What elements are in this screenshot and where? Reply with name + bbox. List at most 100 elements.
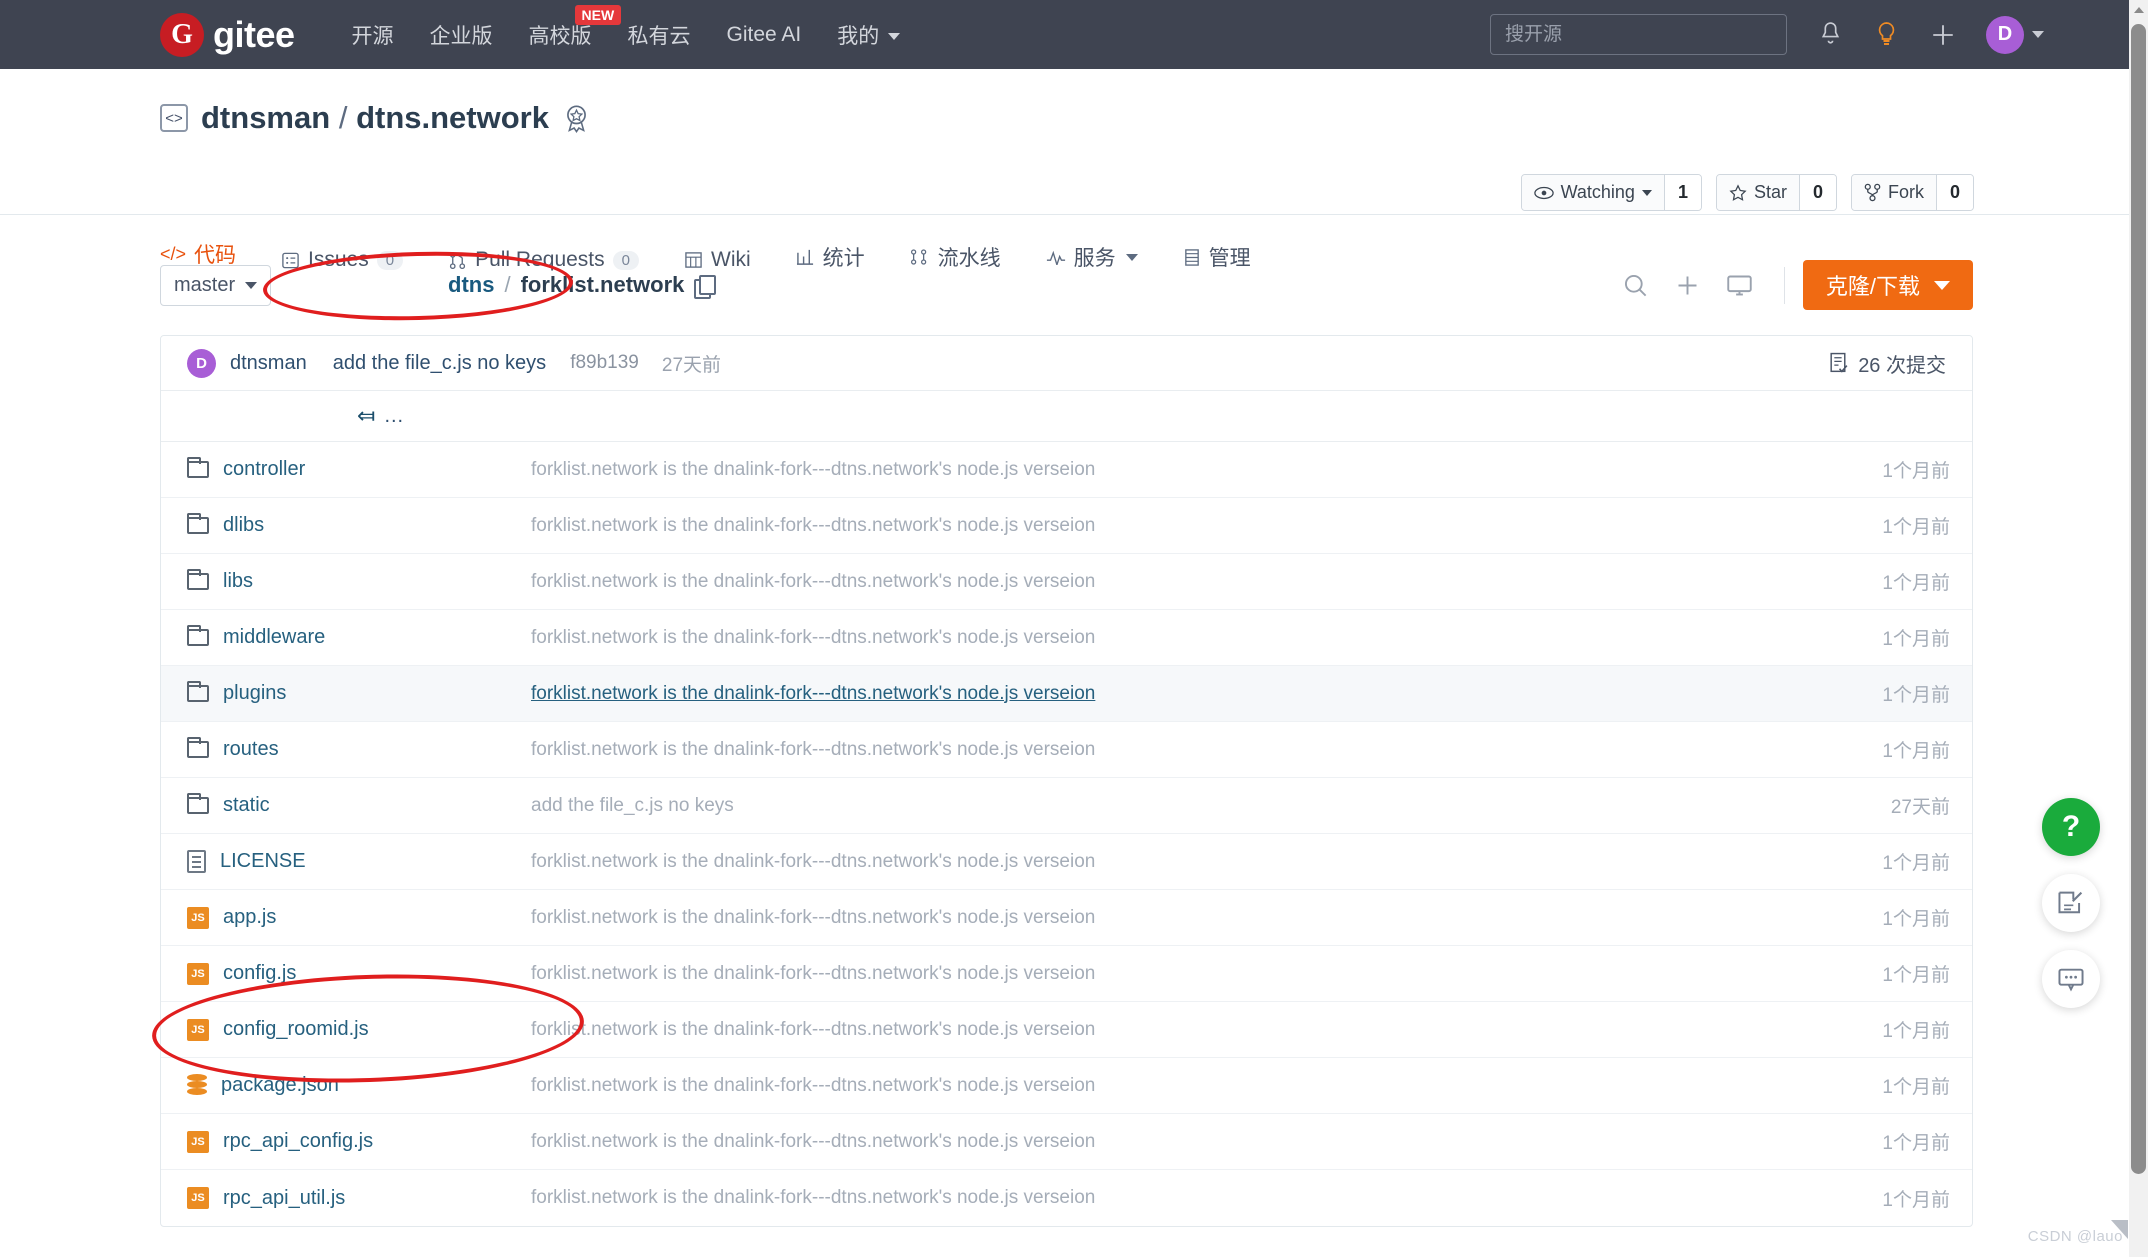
nav-link-opensource[interactable]: 开源 — [352, 20, 394, 50]
table-row[interactable]: dlibs forklist.network is the dnalink-for… — [161, 498, 1972, 554]
table-row[interactable]: JS rpc_api_config.js forklist.network is t… — [161, 1114, 1972, 1170]
table-row[interactable]: controller forklist.network is the dnalin… — [161, 442, 1972, 498]
watch-button-group[interactable]: Watching 1 — [1520, 174, 1702, 211]
document-file-icon — [187, 850, 206, 873]
file-name-cell[interactable]: JS rpc_api_config.js — [161, 1130, 531, 1153]
table-row[interactable]: static add the file_c.js no keys 27天前 — [161, 778, 1972, 834]
file-name-cell[interactable]: controller — [161, 457, 531, 481]
lightbulb-icon[interactable] — [1874, 21, 1899, 49]
file-name-cell[interactable]: JS config.js — [161, 962, 531, 985]
parent-directory-row[interactable]: ⤆ ... — [161, 391, 1972, 442]
file-name-cell[interactable]: routes — [161, 737, 531, 761]
file-name-link[interactable]: package.json — [221, 1074, 339, 1097]
page-scrollbar-thumb[interactable] — [2131, 24, 2146, 1174]
file-commit-message[interactable]: forklist.network is the dnalink-fork---d… — [531, 739, 1802, 761]
file-name-link[interactable]: libs — [223, 570, 253, 593]
file-commit-message[interactable]: forklist.network is the dnalink-fork---d… — [531, 515, 1802, 537]
feedback-button[interactable] — [2042, 874, 2100, 932]
commit-author-avatar[interactable]: D — [187, 348, 216, 378]
plus-icon[interactable] — [1930, 22, 1956, 48]
file-commit-message[interactable]: forklist.network is the dnalink-fork---d… — [531, 627, 1802, 649]
table-row[interactable]: package.json forklist.network is the dnal… — [161, 1058, 1972, 1114]
commit-author-name[interactable]: dtnsman — [230, 352, 307, 375]
file-commit-message[interactable]: forklist.network is the dnalink-fork---d… — [531, 459, 1802, 481]
file-name-cell[interactable]: plugins — [161, 681, 531, 705]
clone-download-button[interactable]: 克隆/下载 — [1802, 260, 1973, 310]
bell-icon[interactable] — [1818, 21, 1843, 48]
folder-icon — [187, 737, 209, 758]
watch-chevron-down-icon[interactable] — [1641, 189, 1652, 196]
nav-link-gitee-ai[interactable]: Gitee AI — [727, 23, 802, 47]
chat-button[interactable] — [2042, 950, 2100, 1008]
table-row[interactable]: middleware forklist.network is the dnalin… — [161, 610, 1972, 666]
table-row[interactable]: JS rpc_api_util.js forklist.network is the… — [161, 1170, 1972, 1226]
file-name-cell[interactable]: LICENSE — [161, 850, 531, 873]
file-name-link[interactable]: dlibs — [223, 514, 264, 537]
commit-count-link[interactable]: 26 次提交 — [1828, 349, 1946, 378]
copy-path-icon[interactable] — [694, 274, 717, 299]
page-scrollbar-track[interactable] — [2129, 0, 2148, 1257]
file-name-cell[interactable]: package.json — [161, 1074, 531, 1097]
file-name-link[interactable]: config_roomid.js — [223, 1018, 369, 1041]
terminal-icon[interactable] — [1714, 260, 1766, 310]
file-commit-message[interactable]: forklist.network is the dnalink-fork---d… — [531, 851, 1802, 873]
file-commit-message[interactable]: forklist.network is the dnalink-fork---d… — [531, 1075, 1802, 1097]
watch-button[interactable]: Watching — [1521, 175, 1665, 210]
file-name-link[interactable]: plugins — [223, 682, 286, 705]
file-name-link[interactable]: routes — [223, 738, 279, 761]
file-updated-time: 27天前 — [1890, 797, 1950, 818]
file-name-link[interactable]: middleware — [223, 626, 325, 649]
file-commit-message[interactable]: add the file_c.js no keys — [531, 795, 1802, 817]
file-name-cell[interactable]: JS rpc_api_util.js — [161, 1187, 531, 1210]
file-commit-message[interactable]: forklist.network is the dnalink-fork---d… — [531, 571, 1802, 593]
file-name-cell[interactable]: JS app.js — [161, 906, 531, 929]
file-commit-message[interactable]: forklist.network is the dnalink-fork---d… — [531, 683, 1802, 705]
file-commit-message[interactable]: forklist.network is the dnalink-fork---d… — [531, 907, 1802, 929]
table-row[interactable]: routes forklist.network is the dnalink-fo… — [161, 722, 1972, 778]
nav-link-privatecloud[interactable]: 私有云 — [628, 20, 691, 50]
scrollbar-up-arrow-icon[interactable] — [2129, 0, 2148, 19]
fork-button-group[interactable]: Fork 0 — [1850, 174, 1974, 211]
breadcrumb-root[interactable]: dtns — [448, 272, 494, 298]
plus-icon[interactable] — [1662, 260, 1714, 310]
nav-link-mine[interactable]: 我的 — [837, 20, 900, 50]
search-icon[interactable] — [1610, 260, 1662, 310]
file-name-link[interactable]: LICENSE — [220, 850, 306, 873]
search-input[interactable] — [1490, 14, 1787, 55]
file-commit-message[interactable]: forklist.network is the dnalink-fork---d… — [531, 1131, 1802, 1153]
file-name-link[interactable]: config.js — [223, 962, 296, 985]
table-row[interactable]: plugins forklist.network is the dnalink-f… — [161, 666, 1972, 722]
star-button-group[interactable]: Star 0 — [1715, 174, 1837, 211]
file-name-cell[interactable]: middleware — [161, 625, 531, 649]
star-button[interactable]: Star — [1716, 175, 1800, 210]
user-avatar[interactable]: D — [1986, 15, 2024, 54]
help-button[interactable]: ? — [2042, 798, 2100, 856]
file-name-link[interactable]: static — [223, 794, 270, 817]
file-name-cell[interactable]: libs — [161, 569, 531, 593]
file-commit-message[interactable]: forklist.network is the dnalink-fork---d… — [531, 1187, 1802, 1209]
file-commit-message[interactable]: forklist.network is the dnalink-fork---d… — [531, 963, 1802, 985]
file-commit-message[interactable]: forklist.network is the dnalink-fork---d… — [531, 1019, 1802, 1041]
file-updated-time: 1个月前 — [1882, 741, 1950, 762]
file-name-link[interactable]: rpc_api_config.js — [223, 1130, 373, 1153]
file-name-cell[interactable]: JS config_roomid.js — [161, 1018, 531, 1041]
file-name-link[interactable]: app.js — [223, 906, 276, 929]
file-name-link[interactable]: controller — [223, 458, 305, 481]
file-name-link[interactable]: rpc_api_util.js — [223, 1187, 345, 1210]
repo-owner[interactable]: dtnsman — [201, 100, 330, 135]
commit-sha[interactable]: f89b139 — [570, 352, 639, 374]
gitee-logo[interactable]: G gitee — [160, 12, 295, 57]
nav-link-enterprise[interactable]: 企业版 — [430, 20, 493, 50]
commit-message[interactable]: add the file_c.js no keys — [333, 352, 546, 375]
file-name-cell[interactable]: static — [161, 793, 531, 817]
table-row[interactable]: JS config_roomid.js forklist.network is th… — [161, 1002, 1972, 1058]
branch-selector[interactable]: master — [160, 265, 272, 306]
table-row[interactable]: JS app.js forklist.network is the dnalink-… — [161, 890, 1972, 946]
repo-name[interactable]: dtns.network — [356, 100, 549, 135]
table-row[interactable]: JS config.js forklist.network is the dnali… — [161, 946, 1972, 1002]
fork-button[interactable]: Fork — [1851, 175, 1937, 210]
user-menu-chevron-down-icon[interactable] — [2032, 31, 2044, 38]
table-row[interactable]: LICENSE forklist.network is the dnalink-f… — [161, 834, 1972, 890]
table-row[interactable]: libs forklist.network is the dnalink-fork… — [161, 554, 1972, 610]
file-name-cell[interactable]: dlibs — [161, 513, 531, 537]
